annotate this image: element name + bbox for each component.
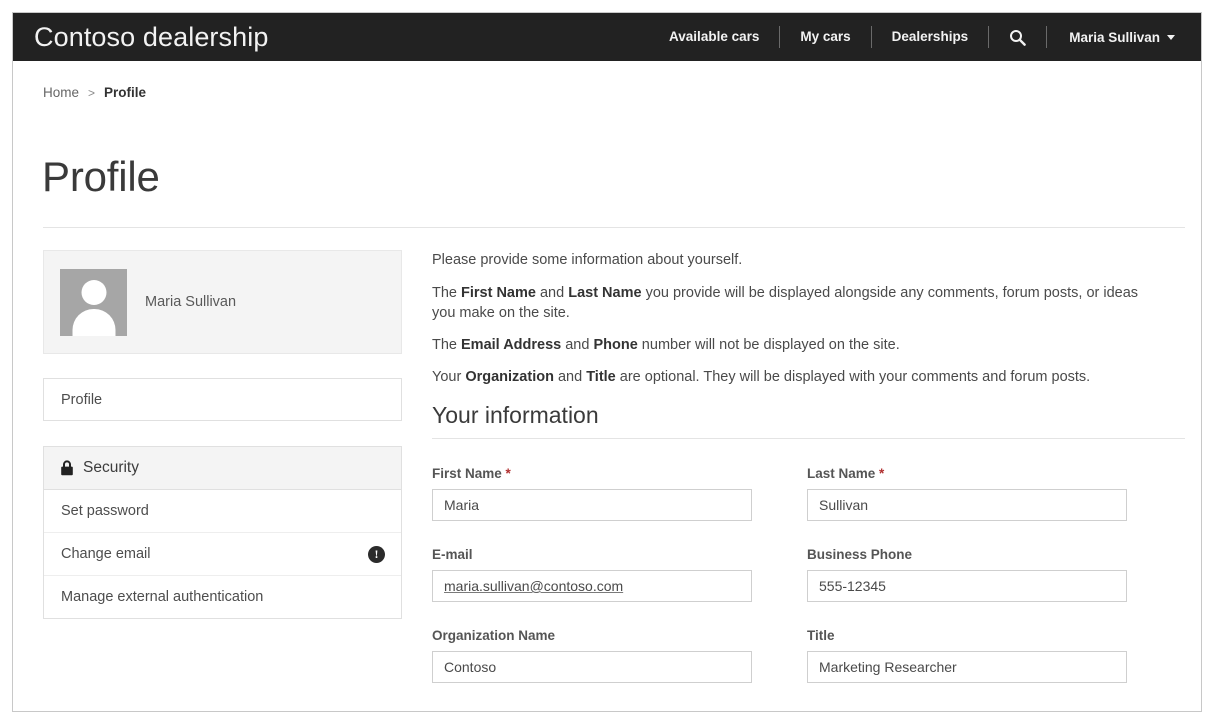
search-icon: [1009, 29, 1027, 46]
field-label-text: Organization Name: [432, 628, 556, 643]
form-column-gap: [752, 466, 807, 547]
brand-logo[interactable]: Contoso dealership: [34, 22, 268, 53]
field-business-phone: Business Phone: [807, 547, 1127, 602]
field-last-name: Last Name *: [807, 466, 1127, 521]
field-label-title: Title: [807, 628, 1127, 643]
sidebar-item-label: Profile: [61, 391, 103, 408]
avatar: [60, 268, 127, 336]
intro-text: and: [535, 285, 569, 301]
field-first-name: First Name *: [432, 466, 752, 521]
field-label-last-name: Last Name *: [807, 466, 1127, 481]
intro-text: and: [561, 337, 594, 353]
security-panel: Security Set password Change email ! Man…: [43, 446, 402, 619]
nav-item-my-cars[interactable]: My cars: [780, 13, 870, 61]
field-label-text: E-mail: [432, 547, 473, 562]
breadcrumb-item-current: Profile: [104, 85, 147, 100]
nav-links-group: Available cars My cars Dealerships Maria…: [649, 13, 1193, 61]
breadcrumb-separator: >: [88, 85, 96, 100]
main-content: Please provide some information about yo…: [432, 250, 1185, 709]
intro-text: Your: [432, 369, 466, 385]
intro-paragraph-1: Please provide some information about yo…: [432, 252, 743, 268]
title-divider: [43, 227, 1185, 228]
sidebar-item-label: Set password: [61, 503, 149, 519]
business-phone-input[interactable]: [807, 570, 1127, 602]
first-name-input[interactable]: [432, 489, 752, 521]
required-marker: *: [879, 466, 885, 481]
field-label-email: E-mail: [432, 547, 752, 562]
intro-paragraph-2: The First Name and Last Name you provide…: [432, 283, 1160, 323]
search-button[interactable]: [989, 29, 1046, 46]
breadcrumb-item-home[interactable]: Home: [43, 85, 79, 100]
intro-emphasis-organization: Organization: [465, 369, 554, 385]
user-menu-label: Maria Sullivan: [1069, 29, 1160, 45]
intro-emphasis-email-address: Email Address: [461, 337, 562, 353]
sidebar-item-manage-external-authentication[interactable]: Manage external authentication: [44, 576, 401, 618]
intro-text: are optional. They will be displayed wit…: [615, 369, 1091, 385]
intro-paragraph-3: The Email Address and Phone number will …: [432, 335, 1160, 355]
intro-paragraph-4: Your Organization and Title are optional…: [432, 367, 1160, 387]
security-panel-header: Security: [44, 447, 401, 490]
breadcrumb: Home > Profile: [43, 85, 146, 100]
form-column-gap: [752, 547, 807, 628]
form-column-gap: [752, 628, 807, 709]
intro-emphasis-title: Title: [586, 369, 616, 385]
field-label-text: Last Name: [807, 466, 876, 481]
field-label-business-phone: Business Phone: [807, 547, 1127, 562]
field-label-first-name: First Name *: [432, 466, 752, 481]
sidebar-item-profile[interactable]: Profile: [43, 378, 402, 421]
user-menu-button[interactable]: Maria Sullivan: [1047, 30, 1193, 45]
profile-card-name: Maria Sullivan: [145, 294, 237, 310]
alert-circle-icon: !: [368, 545, 385, 563]
nav-item-dealerships[interactable]: Dealerships: [872, 13, 989, 61]
avatar-body-shape: [72, 308, 115, 336]
sidebar: Maria Sullivan Profile Security Set pass…: [43, 250, 402, 619]
page-frame: Contoso dealership Available cars My car…: [12, 12, 1202, 712]
title-input[interactable]: [807, 651, 1127, 683]
profile-card: Maria Sullivan: [43, 250, 402, 354]
field-title: Title: [807, 628, 1127, 683]
intro-emphasis-phone: Phone: [593, 337, 638, 353]
intro-text: and: [553, 369, 587, 385]
avatar-head-shape: [81, 279, 106, 305]
sidebar-item-label: Change email: [61, 546, 151, 562]
profile-form: First Name * Last Name * E-mail Business…: [432, 466, 1185, 709]
nav-item-available-cars[interactable]: Available cars: [649, 13, 779, 61]
field-label-organization-name: Organization Name: [432, 628, 752, 643]
last-name-input[interactable]: [807, 489, 1127, 521]
field-organization-name: Organization Name: [432, 628, 752, 683]
sidebar-item-set-password[interactable]: Set password: [44, 490, 401, 533]
organization-name-input[interactable]: [432, 651, 752, 683]
email-input[interactable]: [432, 570, 752, 602]
intro-emphasis-last-name: Last Name: [568, 285, 642, 301]
sidebar-item-change-email[interactable]: Change email !: [44, 533, 401, 576]
top-navbar: Contoso dealership Available cars My car…: [13, 13, 1201, 61]
chevron-down-icon: [1167, 34, 1175, 40]
field-label-text: Title: [807, 628, 835, 643]
section-heading-your-information: Your information: [432, 404, 1185, 439]
intro-text: The: [432, 337, 462, 353]
required-marker: *: [505, 466, 511, 481]
lock-icon: [60, 460, 74, 476]
field-label-text: Business Phone: [807, 547, 913, 562]
field-email: E-mail: [432, 547, 752, 602]
intro-emphasis-first-name: First Name: [461, 285, 536, 301]
intro-text: number will not be displayed on the site…: [637, 337, 900, 353]
intro-text: The: [432, 285, 462, 301]
security-panel-title: Security: [83, 459, 139, 476]
sidebar-item-label: Manage external authentication: [61, 589, 264, 605]
field-label-text: First Name: [432, 466, 502, 481]
page-title: Profile: [42, 153, 160, 200]
